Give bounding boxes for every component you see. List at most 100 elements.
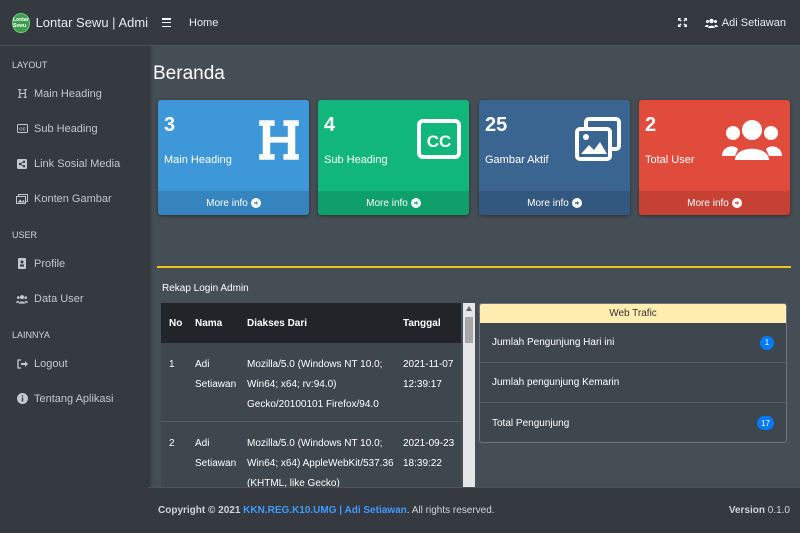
stat-box-main-heading: 3 Main Heading More info	[158, 100, 309, 215]
stat-box-total-user: 2 Total User More info	[639, 100, 790, 215]
copyright-text: Copyright © 2021	[158, 505, 241, 516]
section-divider	[157, 266, 791, 268]
stat-label: Sub Heading	[324, 154, 388, 166]
share-icon	[16, 158, 28, 170]
footer-link[interactable]: KKN.REG.K10.UMG | Adi Setiawan	[243, 505, 407, 516]
nav-header-lainnya: LAINNYA	[12, 330, 50, 340]
cell-date: 2021-11-07 12:39:17	[395, 343, 461, 422]
cell-no: 2	[161, 421, 187, 487]
sidebar-item-main-heading[interactable]: Main Heading	[0, 76, 148, 111]
cell-from: Mozilla/5.0 (Windows NT 10.0; Win64; x64…	[239, 343, 395, 422]
sidebar-item-profile[interactable]: Profile	[0, 246, 148, 281]
scroll-thumb[interactable]	[465, 317, 473, 343]
cell-no: 1	[161, 343, 187, 422]
sidebar-item-data-user[interactable]: Data User	[0, 281, 148, 316]
stat-label: Main Heading	[164, 154, 232, 166]
stat-label: Gambar Aktif	[485, 154, 549, 166]
version-number: 0.1.0	[767, 505, 790, 516]
more-info-link[interactable]: More info	[639, 191, 790, 215]
sidebar-item-konten-gambar[interactable]: Konten Gambar	[0, 181, 148, 216]
images-icon	[16, 193, 28, 205]
sidebar-item-sub-heading[interactable]: CC Sub Heading	[0, 111, 148, 146]
column-header: Diakses Dari	[239, 303, 395, 343]
sidebar-item-tentang-aplikasi[interactable]: Tentang Aplikasi	[0, 381, 148, 416]
page-title: Beranda	[153, 63, 225, 84]
topbar: Home Adi Setiawan	[148, 0, 800, 46]
login-recap-table[interactable]: No Nama Diakses Dari Tanggal 1 Adi Setia…	[161, 303, 461, 487]
arrow-circle-right-icon	[410, 198, 421, 208]
sidebar-item-label: Sub Heading	[34, 122, 98, 135]
more-info-label: More info	[527, 197, 569, 209]
web-traffic-label: Jumlah Pengunjung Hari ini	[492, 337, 615, 348]
footer: Copyright © 2021 KKN.REG.K10.UMG | Adi S…	[148, 487, 800, 533]
brand-logo: Lontar Sewu	[12, 12, 30, 33]
brand[interactable]: Lontar Sewu Lontar Sewu | Admin	[0, 0, 155, 46]
web-traffic-label: Total Pengunjung	[492, 417, 570, 429]
count-badge: 1	[760, 335, 774, 350]
closed-caption-icon: CC	[417, 116, 461, 165]
arrow-circle-right-icon	[250, 198, 261, 208]
images-icon	[574, 116, 622, 167]
arrow-circle-right-icon	[731, 198, 742, 208]
stat-value: 3	[164, 114, 176, 136]
more-info-link[interactable]: More info	[158, 191, 309, 215]
cell-name: Adi Setiawan	[187, 343, 239, 422]
heading-icon	[257, 116, 301, 167]
home-link[interactable]: Home	[189, 17, 218, 29]
sidebar-item-link-sosial-media[interactable]: Link Sosial Media	[0, 146, 148, 181]
cell-date: 2021-09-23 18:39:22	[395, 421, 461, 487]
stat-box-sub-heading: 4 Sub Heading CC More info	[318, 100, 469, 215]
sidebar-item-label: Konten Gambar	[34, 192, 112, 205]
sidebar-item-label: Logout	[34, 357, 68, 370]
arrow-circle-right-icon	[571, 198, 582, 208]
version-label: Version	[728, 505, 765, 516]
brand-title: Lontar Sewu | Admin	[35, 15, 156, 30]
sidebar-item-logout[interactable]: Logout	[0, 346, 148, 381]
closed-caption-icon: CC	[16, 123, 28, 135]
list-item[interactable]: Jumlah Pengunjung Hari ini 1	[480, 323, 786, 363]
users-icon	[722, 116, 782, 165]
sidebar: Lontar Sewu Lontar Sewu | Admin LAYOUT M…	[0, 0, 155, 533]
table-header-row: No Nama Diakses Dari Tanggal	[161, 303, 461, 343]
web-traffic-label: Jumlah pengunjung Kemarin	[492, 377, 620, 388]
sidebar-item-label: Main Heading	[34, 87, 102, 100]
id-badge-icon	[16, 258, 28, 270]
svg-text:CC: CC	[427, 132, 452, 151]
rights-text: . All rights reserved.	[406, 505, 495, 516]
more-info-label: More info	[206, 197, 248, 209]
column-header: No	[161, 303, 187, 343]
sidebar-item-label: Profile	[34, 257, 66, 270]
sign-out-icon	[16, 358, 28, 370]
count-badge: 17	[757, 416, 774, 430]
web-traffic-title: Web Trafic	[480, 304, 786, 323]
fullscreen-icon[interactable]	[677, 18, 687, 27]
list-item[interactable]: Jumlah pengunjung Kemarin	[480, 363, 786, 403]
more-info-label: More info	[687, 197, 729, 209]
sidebar-item-label: Data User	[34, 292, 84, 305]
scroll-up-icon[interactable]	[466, 306, 472, 311]
stat-value: 4	[324, 114, 336, 136]
more-info-link[interactable]: More info	[318, 191, 469, 215]
sidebar-item-label: Link Sosial Media	[34, 157, 121, 170]
stat-value: 2	[645, 114, 657, 136]
users-icon	[16, 293, 28, 305]
stat-box-gambar-aktif: 25 Gambar Aktif More info	[479, 100, 630, 215]
more-info-link[interactable]: More info	[479, 191, 630, 215]
sidebar-item-label: Tentang Aplikasi	[34, 392, 114, 405]
user-menu[interactable]: Adi Setiawan	[704, 17, 786, 29]
web-traffic-card: Web Trafic Jumlah Pengunjung Hari ini 1 …	[479, 303, 787, 443]
users-icon	[704, 18, 718, 28]
info-circle-icon	[16, 393, 28, 405]
column-header: Nama	[187, 303, 239, 343]
more-info-label: More info	[366, 197, 408, 209]
table-scrollbar[interactable]	[463, 303, 475, 487]
nav-header-user: USER	[12, 230, 38, 240]
table-row: 1 Adi Setiawan Mozilla/5.0 (Windows NT 1…	[161, 343, 461, 422]
stat-value: 25	[485, 114, 508, 136]
menu-toggle-icon[interactable]	[162, 18, 171, 27]
nav-header-layout: LAYOUT	[12, 60, 48, 70]
list-item[interactable]: Total Pengunjung 17	[480, 403, 786, 442]
login-recap-title: Rekap Login Admin	[162, 283, 249, 294]
column-header: Tanggal	[395, 303, 461, 343]
stat-label: Total User	[645, 154, 695, 166]
